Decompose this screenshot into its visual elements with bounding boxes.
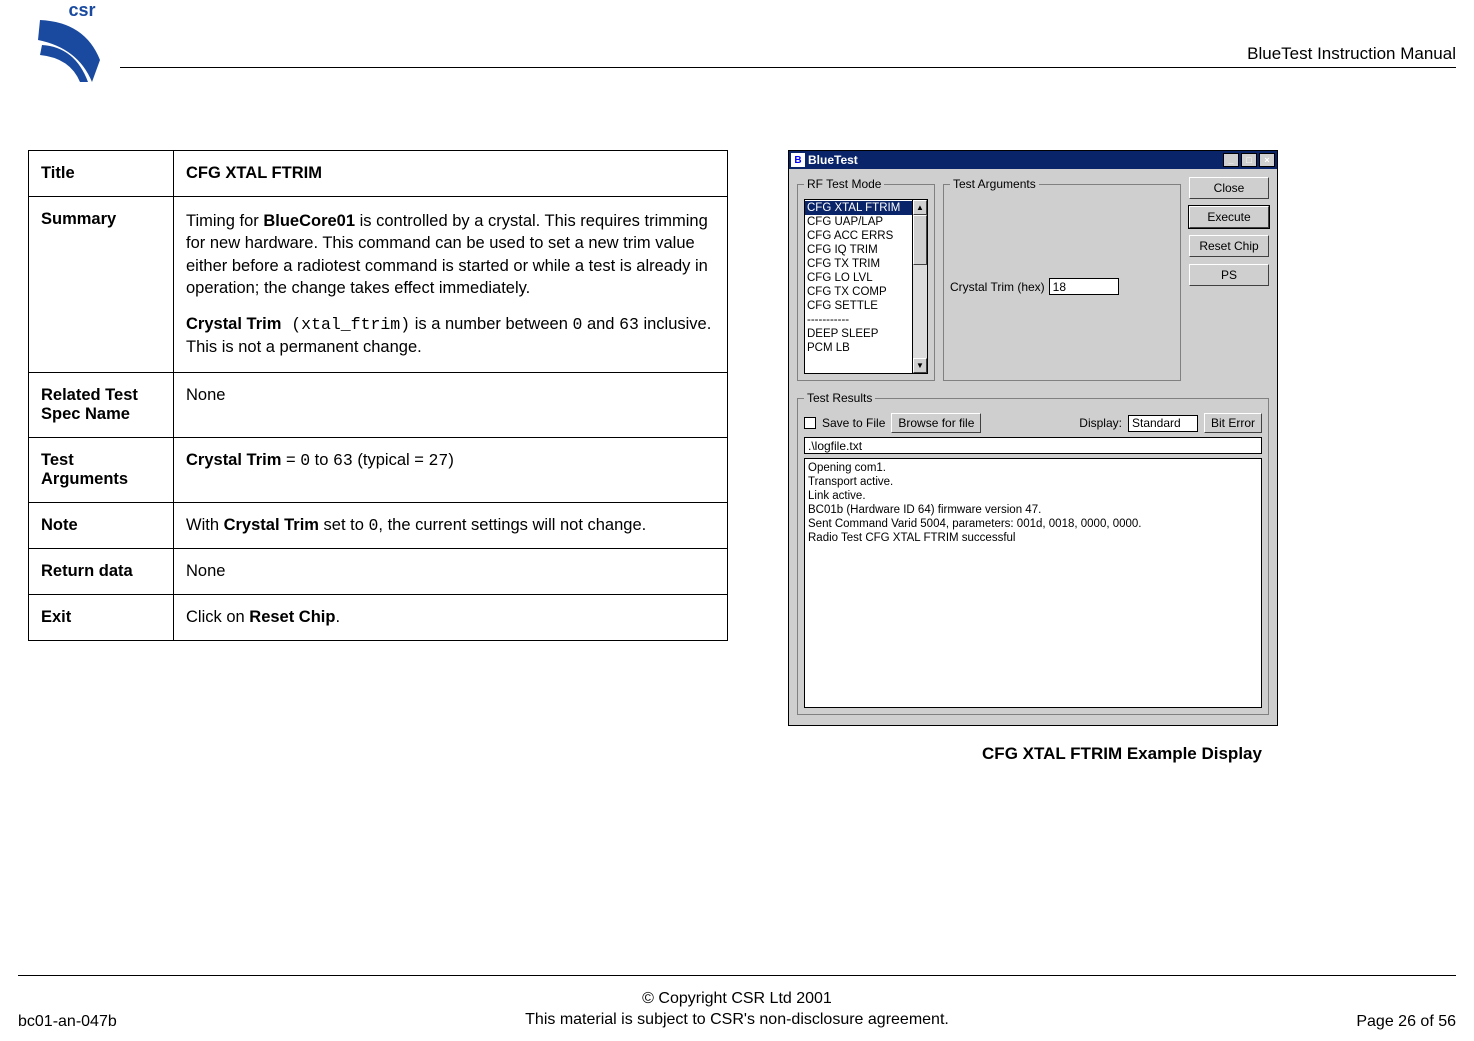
spec-val: None (174, 372, 728, 437)
save-to-file-label: Save to File (822, 416, 885, 430)
bit-error-button[interactable]: Bit Error (1204, 413, 1262, 433)
spec-val: CFG XTAL FTRIM (174, 151, 728, 197)
spec-key: Title (29, 151, 174, 197)
crystal-trim-label: Crystal Trim (hex) (950, 280, 1045, 294)
browse-button[interactable]: Browse for file (891, 413, 981, 433)
test-args-legend: Test Arguments (950, 177, 1039, 191)
window-titlebar[interactable]: B BlueTest _ □ × (789, 151, 1277, 169)
rf-mode-listbox[interactable]: CFG XTAL FTRIMCFG UAP/LAPCFG ACC ERRSCFG… (804, 199, 912, 374)
scroll-down-icon[interactable]: ▼ (913, 358, 927, 373)
page-footer: bc01-an-047b © Copyright CSR Ltd 2001 Th… (18, 975, 1456, 1031)
rf-mode-item[interactable]: CFG SETTLE (805, 299, 912, 313)
results-legend: Test Results (804, 391, 875, 405)
table-row: Return data None (29, 548, 728, 594)
footer-rule (18, 975, 1456, 976)
spec-val: With Crystal Trim set to 0, the current … (174, 502, 728, 548)
log-output[interactable]: Opening com1. Transport active. Link act… (804, 458, 1262, 708)
rf-mode-item[interactable]: CFG TX COMP (805, 285, 912, 299)
test-results-group: Test Results Save to File Browse for fil… (797, 391, 1269, 715)
display-select[interactable]: Standard (1128, 415, 1198, 432)
crystal-trim-input[interactable]: 18 (1049, 278, 1119, 295)
table-row: Summary Timing for BlueCore01 is control… (29, 197, 728, 373)
spec-key: Return data (29, 548, 174, 594)
rf-mode-item[interactable]: CFG TX TRIM (805, 257, 912, 271)
execute-button[interactable]: Execute (1189, 206, 1269, 228)
header-rule (120, 67, 1456, 68)
minimize-icon[interactable]: _ (1223, 153, 1239, 167)
rf-mode-item[interactable]: CFG XTAL FTRIM (805, 201, 912, 215)
ps-button[interactable]: PS (1189, 264, 1269, 286)
test-arguments-group: Test Arguments Crystal Trim (hex) 18 (943, 177, 1181, 381)
spec-val: Timing for BlueCore01 is controlled by a… (174, 197, 728, 373)
rf-mode-legend: RF Test Mode (804, 177, 884, 191)
rf-mode-scrollbar[interactable]: ▲ ▼ (912, 199, 928, 374)
rf-mode-item[interactable]: CFG IQ TRIM (805, 243, 912, 257)
rf-mode-item[interactable]: CFG ACC ERRS (805, 229, 912, 243)
rf-mode-item[interactable]: ----------- (805, 313, 912, 327)
close-button[interactable]: Close (1189, 177, 1269, 199)
footer-nda: This material is subject to CSR's non-di… (218, 1009, 1256, 1031)
window-title: BlueTest (808, 153, 858, 167)
spec-key: Summary (29, 197, 174, 373)
table-row: Related Test Spec Name None (29, 372, 728, 437)
spec-column: Title CFG XTAL FTRIM Summary Timing for … (18, 150, 728, 641)
logfile-path-input[interactable]: .\logfile.txt (804, 437, 1262, 454)
scroll-thumb[interactable] (913, 215, 927, 265)
bluetest-window: B BlueTest _ □ × RF Test Mode CFG XTAL F… (788, 150, 1278, 726)
scroll-up-icon[interactable]: ▲ (913, 200, 927, 215)
maximize-icon[interactable]: □ (1241, 153, 1257, 167)
footer-copyright: © Copyright CSR Ltd 2001 (218, 988, 1256, 1010)
display-label: Display: (1079, 416, 1122, 430)
app-icon: B (791, 153, 805, 167)
header-doc-title: BlueTest Instruction Manual (1247, 44, 1456, 64)
reset-chip-button[interactable]: Reset Chip (1189, 235, 1269, 257)
rf-mode-item[interactable]: CFG UAP/LAP (805, 215, 912, 229)
rf-mode-item[interactable]: CFG LO LVL (805, 271, 912, 285)
footer-page-number: Page 26 of 56 (1256, 1013, 1456, 1031)
logo-text: csr (68, 0, 95, 20)
spec-key: Test Arguments (29, 437, 174, 502)
table-row: Title CFG XTAL FTRIM (29, 151, 728, 197)
table-row: Exit Click on Reset Chip. (29, 594, 728, 640)
spec-key: Note (29, 502, 174, 548)
rf-mode-item[interactable]: DEEP SLEEP (805, 327, 912, 341)
table-row: Note With Crystal Trim set to 0, the cur… (29, 502, 728, 548)
close-icon[interactable]: × (1259, 153, 1275, 167)
page-header: csr BlueTest Instruction Manual (30, 0, 1456, 85)
save-to-file-checkbox[interactable] (804, 417, 816, 429)
rf-mode-item[interactable]: PCM LB (805, 341, 912, 355)
footer-doc-id: bc01-an-047b (18, 1013, 218, 1031)
spec-key: Exit (29, 594, 174, 640)
spec-val: None (174, 548, 728, 594)
table-row: Test Arguments Crystal Trim = 0 to 63 (t… (29, 437, 728, 502)
action-button-column: Close Execute Reset Chip PS (1189, 177, 1269, 286)
figure-caption: CFG XTAL FTRIM Example Display (788, 744, 1456, 764)
spec-table: Title CFG XTAL FTRIM Summary Timing for … (28, 150, 728, 641)
main-content: Title CFG XTAL FTRIM Summary Timing for … (18, 150, 1456, 921)
rf-test-mode-group: RF Test Mode CFG XTAL FTRIMCFG UAP/LAPCF… (797, 177, 935, 381)
figure-column: B BlueTest _ □ × RF Test Mode CFG XTAL F… (788, 150, 1456, 764)
csr-logo: csr (30, 0, 105, 85)
spec-val: Crystal Trim = 0 to 63 (typical = 27) (174, 437, 728, 502)
spec-val: Click on Reset Chip. (174, 594, 728, 640)
spec-key: Related Test Spec Name (29, 372, 174, 437)
